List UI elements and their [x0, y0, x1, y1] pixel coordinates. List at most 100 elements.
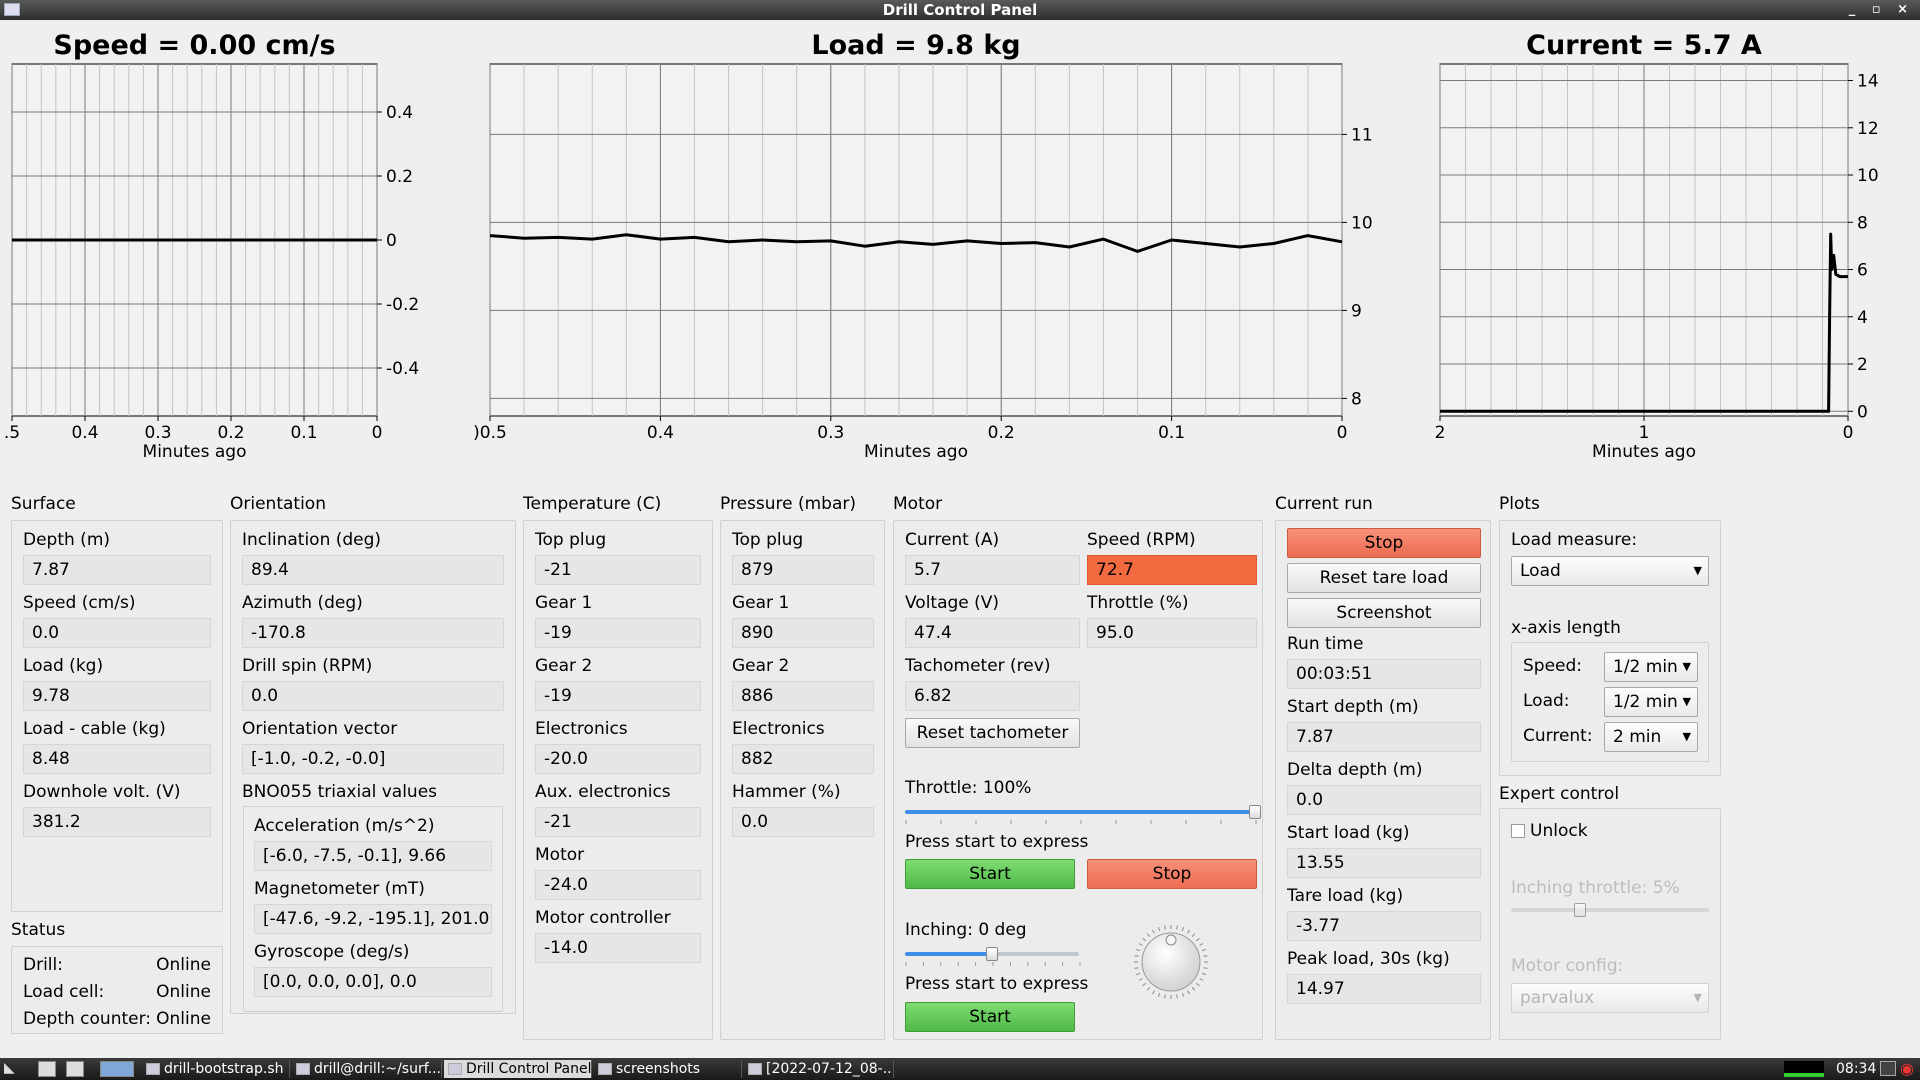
- bno-field: [-6.0, -7.5, -0.1], 9.66: [254, 841, 492, 871]
- temperature-field: -24.0: [535, 870, 701, 900]
- load-y-tick-label: 9: [1351, 301, 1362, 321]
- current-run-title: Current run: [1275, 494, 1373, 514]
- taskbar-item[interactable]: screenshots: [594, 1060, 742, 1078]
- monitor-icon[interactable]: [1880, 1061, 1896, 1076]
- orientation-label: Azimuth (deg): [242, 593, 363, 613]
- window-icon: [748, 1063, 762, 1075]
- xaxis-load-select[interactable]: 1/2 min ▼: [1604, 687, 1698, 717]
- current-x-tick-label: 2: [1435, 423, 1446, 443]
- xaxis-current-select[interactable]: 2 min ▼: [1604, 722, 1698, 752]
- inching-dial[interactable]: [1131, 922, 1211, 1002]
- taskbar-item[interactable]: drill-bootstrap.sh: [142, 1060, 290, 1078]
- chevron-down-icon: ▼: [1682, 695, 1691, 708]
- taskbar: ◣ drill-bootstrap.sh drill@drill:~/surf..…: [0, 1058, 1920, 1080]
- bno-field: [0.0, 0.0, 0.0], 0.0: [254, 967, 492, 997]
- load-x-tick-label: 0.4: [647, 423, 674, 443]
- motor-throttle-field: 95.0: [1087, 618, 1257, 648]
- motor-throttle-label: Throttle (%): [1087, 593, 1189, 613]
- screenshot-button[interactable]: Screenshot: [1287, 598, 1481, 628]
- reset-tachometer-button[interactable]: Reset tachometer: [905, 718, 1080, 748]
- run-field: 0.0: [1287, 785, 1481, 815]
- surface-label: Load (kg): [23, 656, 104, 676]
- reset-tare-load-button[interactable]: Reset tare load: [1287, 563, 1481, 593]
- run-stop-button[interactable]: Stop: [1287, 528, 1481, 558]
- file-manager-icon[interactable]: [38, 1061, 56, 1077]
- pressure-field: 0.0: [732, 807, 874, 837]
- load-measure-select[interactable]: Load ▼: [1511, 556, 1709, 586]
- throttle-slider-ticks: [905, 820, 1257, 824]
- taskbar-item[interactable]: [2022-07-12_08-...: [744, 1060, 894, 1078]
- motor-config-select[interactable]: parvalux ▼: [1511, 983, 1709, 1013]
- current-x-axis-label: Minutes ago: [1592, 442, 1696, 462]
- bno-label: Acceleration (m/s^2): [254, 816, 435, 836]
- current-y-tick-label: 8: [1857, 213, 1868, 233]
- windows-icon[interactable]: [66, 1061, 84, 1077]
- xaxis-load-label: Load:: [1523, 691, 1570, 711]
- temperature-label: Electronics: [535, 719, 628, 739]
- inching-slider-handle[interactable]: [986, 947, 998, 961]
- tachometer-label: Tachometer (rev): [905, 656, 1051, 676]
- run-field: 7.87: [1287, 722, 1481, 752]
- motor-start-button[interactable]: Start: [905, 859, 1075, 889]
- speed-x-tick-label: 0.4: [71, 423, 98, 443]
- run-field: -3.77: [1287, 911, 1481, 941]
- load-plot-frame: [489, 63, 1343, 417]
- run-label: Delta depth (m): [1287, 760, 1423, 780]
- bno-label: Magnetometer (mT): [254, 879, 425, 899]
- orientation-label: Inclination (deg): [242, 530, 382, 550]
- motor-config-value: parvalux: [1520, 988, 1595, 1008]
- status-title: Status: [11, 920, 66, 940]
- inching-throttle-label: Inching throttle: 5%: [1511, 878, 1680, 898]
- pressure-field: 886: [732, 681, 874, 711]
- xaxis-speed-select[interactable]: 1/2 min ▼: [1604, 652, 1698, 682]
- start-menu-icon[interactable]: ◣: [4, 1060, 26, 1078]
- orientation-field: 89.4: [242, 555, 504, 585]
- orientation-label: Drill spin (RPM): [242, 656, 373, 676]
- speed-y-tick-label: 0.2: [386, 167, 413, 187]
- inching-slider-fill: [905, 952, 992, 956]
- express-label-1: Press start to express: [905, 832, 1089, 852]
- load-x-axis-label: Minutes ago: [864, 442, 968, 462]
- desktop-icon[interactable]: [100, 1061, 134, 1077]
- current-y-tick-label: 12: [1857, 119, 1879, 139]
- temperature-field: -19: [535, 618, 701, 648]
- orientation-title: Orientation: [230, 494, 326, 514]
- power-icon[interactable]: ◉: [1900, 1059, 1914, 1078]
- run-label: Tare load (kg): [1287, 886, 1404, 906]
- inching-start-button[interactable]: Start: [905, 1002, 1075, 1032]
- inching-throttle-handle[interactable]: [1574, 903, 1587, 917]
- unlock-checkbox[interactable]: [1511, 824, 1525, 838]
- motor-title: Motor: [893, 494, 943, 514]
- tachometer-field: 6.82: [905, 681, 1080, 711]
- pressure-label: Hammer (%): [732, 782, 841, 802]
- run-field: 13.55: [1287, 848, 1481, 878]
- pressure-field: 879: [732, 555, 874, 585]
- speed-x-axis-label: Minutes ago: [143, 442, 247, 462]
- pressure-label: Electronics: [732, 719, 825, 739]
- speed-y-tick-label: 0.4: [386, 103, 413, 123]
- current-y-tick-label: 2: [1857, 355, 1868, 375]
- motor-stop-button[interactable]: Stop: [1087, 859, 1257, 889]
- speed-y-tick-label: -0.4: [386, 359, 419, 379]
- current-x-tick-label: 1: [1639, 423, 1650, 443]
- surface-label: Speed (cm/s): [23, 593, 136, 613]
- taskbar-item[interactable]: drill@drill:~/surf...: [292, 1060, 442, 1078]
- speed-x-tick-label: .5: [4, 423, 20, 443]
- status-row-value: Online: [156, 982, 211, 1002]
- speed-y-tick-label: -0.2: [386, 295, 419, 315]
- taskbar-item[interactable]: Drill Control Panel: [444, 1060, 592, 1078]
- load-measure-value: Load: [1520, 561, 1561, 581]
- unlock-label: Unlock: [1530, 821, 1588, 841]
- surface-title: Surface: [11, 494, 76, 514]
- throttle-slider-fill: [905, 810, 1255, 814]
- run-field: 00:03:51: [1287, 659, 1481, 689]
- current-x-tick-label: 0: [1843, 423, 1854, 443]
- temperature-field: -21: [535, 807, 701, 837]
- bno-title: BNO055 triaxial values: [242, 782, 438, 802]
- load-x-tick-label: 0.1: [1158, 423, 1185, 443]
- xaxis-speed-value: 1/2 min: [1613, 657, 1678, 677]
- throttle-slider-handle[interactable]: [1249, 805, 1261, 819]
- xaxis-load-value: 1/2 min: [1613, 692, 1678, 712]
- load-x-tick-label: 0.3: [817, 423, 844, 443]
- temperature-label: Gear 1: [535, 593, 593, 613]
